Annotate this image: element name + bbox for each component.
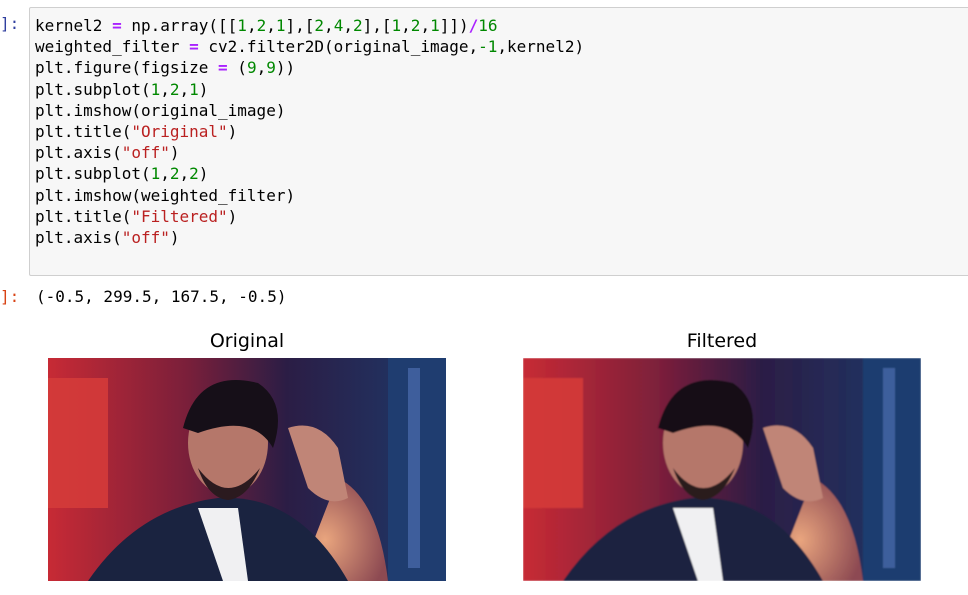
code-token: ): [198, 164, 209, 184]
code-line[interactable]: plt.title("Filtered"): [35, 206, 584, 227]
code-token: (: [227, 58, 247, 78]
code-token: =: [112, 16, 122, 35]
code-token: plt.title(: [35, 121, 132, 141]
code-line[interactable]: plt.imshow(weighted_filter): [35, 185, 584, 206]
code-token: ,: [179, 164, 190, 184]
code-token: 2: [352, 16, 363, 35]
code-token: plt.subplot(: [35, 164, 151, 184]
code-token: ,: [160, 79, 170, 99]
code-token: ,: [401, 16, 411, 35]
code-token: "Original": [131, 121, 228, 141]
code-token: -1: [478, 37, 498, 57]
code-token: ): [198, 79, 209, 99]
code-block[interactable]: kernel2 = np.array([[1,2,1],[2,4,2],[1,2…: [35, 15, 584, 248]
code-cell-editor[interactable]: kernel2 = np.array([[1,2,1],[2,4,2],[1,2…: [29, 7, 968, 276]
code-token: 2: [189, 164, 199, 184]
code-token: 1: [391, 16, 402, 35]
code-token: 1: [237, 16, 247, 35]
code-token: 2: [256, 16, 267, 35]
code-token: plt.axis(: [35, 227, 122, 247]
code-line[interactable]: kernel2 = np.array([[1,2,1],[2,4,2],[1,2…: [35, 15, 584, 36]
output-prompt: ]:: [0, 287, 20, 306]
code-line[interactable]: plt.imshow(original_image): [35, 100, 584, 121]
code-token: ): [169, 227, 180, 247]
code-token: ,: [256, 58, 267, 78]
code-token: 1: [150, 79, 161, 99]
code-line[interactable]: plt.figure(figsize = (9,9)): [35, 57, 584, 78]
output-text: (-0.5, 299.5, 167.5, -0.5): [36, 287, 287, 306]
code-token: =: [189, 37, 199, 57]
code-token: plt.title(: [35, 206, 132, 226]
plot-title-original: Original: [209, 330, 285, 352]
code-token: 16: [478, 16, 498, 35]
code-token: ,kernel2): [497, 37, 585, 57]
code-token: plt.figure(figsize: [35, 58, 219, 78]
code-token: "off": [121, 227, 170, 247]
code-line[interactable]: plt.title("Original"): [35, 121, 584, 142]
code-token: 1: [430, 16, 440, 35]
code-token: cv2.filter2D(original_image,: [198, 37, 479, 57]
code-token: 1: [275, 16, 286, 35]
code-token: weighted_filter: [35, 37, 190, 57]
code-token: ],[: [362, 16, 392, 35]
code-token: np.array([[: [121, 16, 238, 35]
code-token: ,: [160, 164, 170, 184]
code-token: ): [227, 206, 238, 226]
code-token: 4: [333, 16, 344, 35]
code-token: =: [218, 58, 228, 78]
code-token: "Filtered": [131, 206, 228, 226]
code-token: plt.axis(: [35, 143, 122, 163]
code-token: 9: [266, 58, 276, 78]
plot-title-filtered: Filtered: [686, 330, 758, 352]
code-token: plt.imshow(original_image): [35, 100, 286, 120]
code-token: 2: [169, 79, 180, 99]
code-token: ,: [324, 16, 334, 35]
code-token: ,: [266, 16, 276, 35]
code-token: ],[: [285, 16, 315, 35]
code-line[interactable]: weighted_filter = cv2.filter2D(original_…: [35, 36, 584, 57]
code-token: 1: [150, 164, 161, 184]
original-image: [48, 358, 446, 581]
code-token: kernel2: [35, 16, 113, 35]
code-line[interactable]: plt.subplot(1,2,2): [35, 163, 584, 184]
code-token: ,: [179, 79, 190, 99]
code-token: plt.subplot(: [35, 79, 151, 99]
code-token: ]]): [439, 16, 469, 35]
code-token: ,: [420, 16, 431, 35]
code-token: "off": [121, 143, 170, 163]
code-token: 1: [189, 79, 199, 99]
filtered-image: [523, 358, 921, 581]
code-token: ): [227, 121, 238, 141]
code-line[interactable]: plt.subplot(1,2,1): [35, 79, 584, 100]
code-token: 2: [314, 16, 325, 35]
code-token: ): [169, 143, 180, 163]
code-token: 2: [169, 164, 180, 184]
code-token: plt.imshow(weighted_filter): [35, 185, 296, 205]
input-prompt: ]:: [0, 14, 20, 33]
code-token: ,: [246, 16, 257, 35]
code-token: 2: [410, 16, 421, 35]
code-token: /: [468, 16, 479, 35]
code-token: )): [275, 58, 296, 78]
code-line[interactable]: plt.axis("off"): [35, 227, 584, 248]
code-line[interactable]: plt.axis("off"): [35, 142, 584, 163]
code-token: ,: [343, 16, 353, 35]
code-token: 9: [246, 58, 257, 78]
